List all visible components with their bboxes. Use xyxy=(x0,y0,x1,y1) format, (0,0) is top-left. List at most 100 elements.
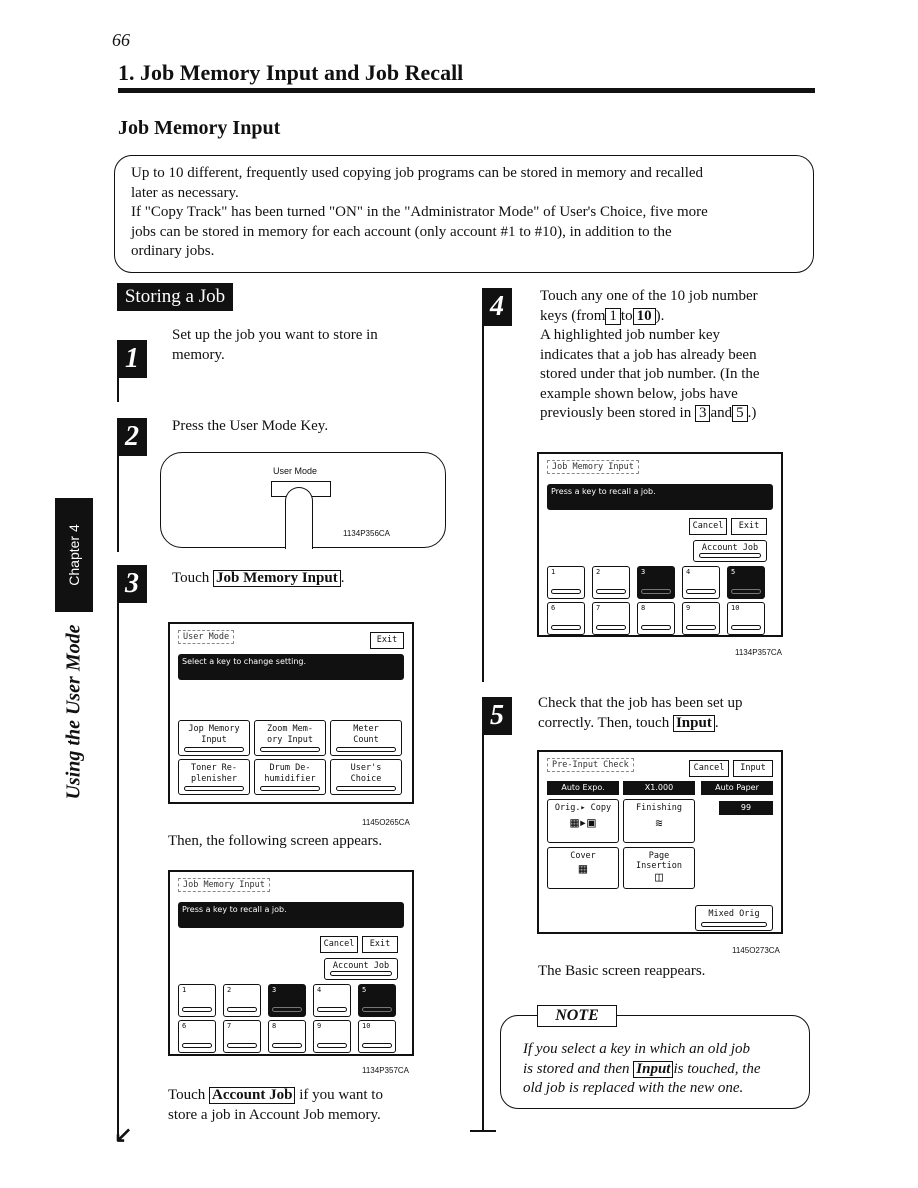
screen-message: Select a key to change setting. xyxy=(178,654,404,680)
step-line xyxy=(117,370,119,402)
intro-line: Up to 10 different, frequently used copy… xyxy=(131,165,704,181)
screen-message: Press a key to recall a job. xyxy=(178,902,404,928)
job-memory-input-key: Job Memory Input xyxy=(213,570,341,587)
user-mode-key-figure: User Mode 1134P356CA xyxy=(160,452,446,549)
then-text: Then, the following screen appears. xyxy=(168,833,383,849)
text-line: Check that the job has been set up xyxy=(538,695,743,711)
page-insertion-icon: ◫ xyxy=(655,870,663,885)
exit-button[interactable]: Exit xyxy=(731,518,767,535)
zoom-memory-input-button[interactable]: Zoom Mem- ory Input xyxy=(254,720,326,756)
storing-heading: Storing a Job xyxy=(117,283,233,311)
job-number-key-9[interactable]: 9 xyxy=(313,1020,351,1053)
text: keys (from xyxy=(540,307,606,324)
job-number-key-4[interactable]: 4 xyxy=(682,566,720,599)
step-number: 3 xyxy=(117,565,147,603)
job-number-key-3[interactable]: 3 xyxy=(268,984,306,1017)
copy-count: 99 xyxy=(719,801,773,815)
screen-message: Press a key to recall a job. xyxy=(547,484,773,510)
step-line xyxy=(117,600,119,1140)
zoom-status: X1.000 xyxy=(623,781,695,795)
text: ). xyxy=(655,307,665,324)
job-number-key-4[interactable]: 4 xyxy=(313,984,351,1017)
text: Touch xyxy=(172,570,210,586)
cancel-button[interactable]: Cancel xyxy=(320,936,358,953)
intro-box: Up to 10 different, frequently used copy… xyxy=(114,155,814,273)
page-insertion-button[interactable]: Page Insertion ◫ xyxy=(623,847,695,889)
job-number-key-1[interactable]: 1 xyxy=(547,566,585,599)
note-label: NOTE xyxy=(537,1005,617,1027)
job-number-key-5[interactable]: 5 xyxy=(727,566,765,599)
job-memory-screen: Job Memory Input Press a key to recall a … xyxy=(537,452,783,637)
text-line: memory. xyxy=(172,346,225,363)
input-key: Input xyxy=(633,1060,674,1078)
job-number-key-8[interactable]: 8 xyxy=(268,1020,306,1053)
drum-dehumidifier-button[interactable]: Drum De- humidifier xyxy=(254,759,326,795)
account-job-button[interactable]: Account Job xyxy=(693,540,767,562)
figure-caption: 1134P357CA xyxy=(362,1066,409,1075)
text-line: Set up the job you want to store in xyxy=(172,327,378,343)
job-number-key-2[interactable]: 2 xyxy=(223,984,261,1017)
job-number-key-1[interactable]: 1 xyxy=(178,984,216,1017)
screen-title: User Mode xyxy=(178,630,235,644)
user-mode-screen: User Mode Exit Select a key to change se… xyxy=(168,622,414,804)
input-button[interactable]: Input xyxy=(733,760,773,777)
text: to xyxy=(620,307,633,324)
step-line xyxy=(482,320,484,682)
step4-text: Touch any one of the 10 job number keys … xyxy=(540,287,760,424)
intro-line: If "Copy Track" has been turned "ON" in … xyxy=(131,204,708,220)
job-number-key-7[interactable]: 7 xyxy=(223,1020,261,1053)
basic-screen-text: The Basic screen reappears. xyxy=(538,963,706,979)
text: if you want to xyxy=(299,1087,383,1103)
job-number-key-10[interactable]: 10 xyxy=(358,1020,396,1053)
pre-input-check-screen: Pre-Input Check Cancel Input Auto Expo. … xyxy=(537,750,783,934)
toner-replenisher-button[interactable]: Toner Re- plenisher xyxy=(178,759,250,795)
figure-caption: 1145O273CA xyxy=(732,946,780,955)
mixed-orig-button[interactable]: Mixed Orig xyxy=(695,905,773,931)
users-choice-button[interactable]: User's Choice xyxy=(330,759,402,795)
job-number-key-10[interactable]: 10 xyxy=(727,602,765,635)
subtitle: Job Memory Input xyxy=(118,117,281,139)
text: correctly. Then, touch xyxy=(538,714,670,731)
text: is touched, the xyxy=(673,1060,761,1077)
key-10: 10 xyxy=(632,307,656,325)
text: is stored and then xyxy=(523,1060,630,1077)
user-mode-key-label: User Mode xyxy=(273,466,318,476)
job-number-key-2[interactable]: 2 xyxy=(592,566,630,599)
finishing-button[interactable]: Finishing ≋ xyxy=(623,799,695,843)
step1-text: Set up the job you want to store in memo… xyxy=(172,326,378,365)
orig-copy-button[interactable]: Orig.▸ Copy ▦▸▣ xyxy=(547,799,619,843)
note-line: If you select a key in which an old job xyxy=(523,1041,751,1057)
job-memory-input-button[interactable]: Jop Memory Input xyxy=(178,720,250,756)
job-number-key-5[interactable]: 5 xyxy=(358,984,396,1017)
finishing-icon: ≋ xyxy=(655,816,663,830)
text-line: stored under that job number. (In the xyxy=(540,366,760,382)
input-key: Input xyxy=(672,714,715,732)
account-job-button[interactable]: Account Job xyxy=(324,958,398,980)
cover-button[interactable]: Cover ▦ xyxy=(547,847,619,889)
screen-title: Job Memory Input xyxy=(178,878,270,892)
account-job-text: Touch Account Job if you want to store a… xyxy=(168,1086,383,1125)
figure-caption: 1145O265CA xyxy=(362,818,410,827)
job-number-key-6[interactable]: 6 xyxy=(178,1020,216,1053)
job-number-key-3[interactable]: 3 xyxy=(637,566,675,599)
finger-icon xyxy=(285,487,313,549)
exit-button[interactable]: Exit xyxy=(370,632,404,649)
continue-arrow-icon: ↙ xyxy=(114,1122,133,1147)
exit-button[interactable]: Exit xyxy=(362,936,398,953)
text: Touch xyxy=(168,1087,206,1103)
page-number: 66 xyxy=(112,30,130,50)
orig-copy-icon: ▦▸▣ xyxy=(570,815,596,831)
job-number-key-6[interactable]: 6 xyxy=(547,602,585,635)
chapter-title-vertical: Using the User Mode xyxy=(62,624,85,800)
cancel-button[interactable]: Cancel xyxy=(689,518,727,535)
account-job-key: Account Job xyxy=(209,1087,296,1104)
cancel-button[interactable]: Cancel xyxy=(689,760,729,777)
text: .) xyxy=(747,405,757,421)
key-1: 1 xyxy=(605,307,621,325)
meter-count-button[interactable]: Meter Count xyxy=(330,720,402,756)
job-number-key-8[interactable]: 8 xyxy=(637,602,675,635)
job-number-key-7[interactable]: 7 xyxy=(592,602,630,635)
step2-text: Press the User Mode Key. xyxy=(172,418,329,434)
job-memory-screen: Job Memory Input Press a key to recall a … xyxy=(168,870,414,1056)
job-number-key-9[interactable]: 9 xyxy=(682,602,720,635)
